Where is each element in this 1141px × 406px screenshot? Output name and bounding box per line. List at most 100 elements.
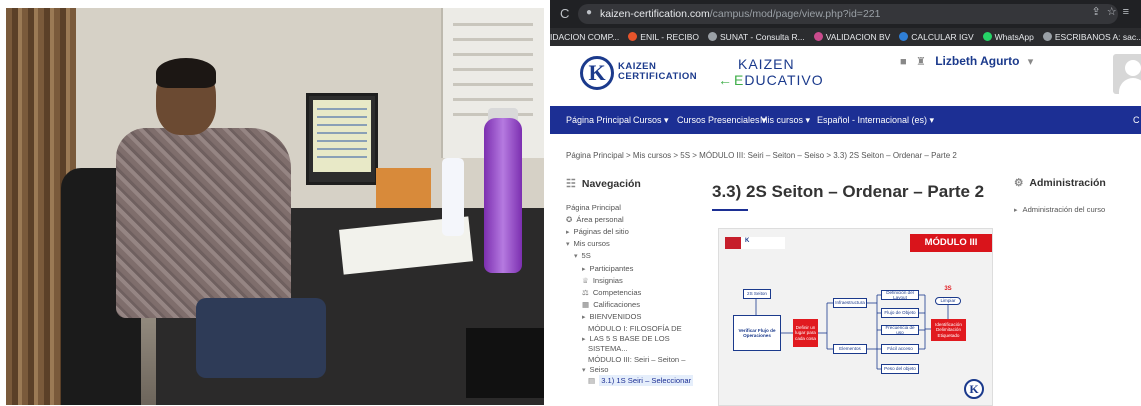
slide-box-limpiar: Limpiar (935, 297, 961, 305)
user-avatar[interactable] (1113, 54, 1141, 94)
composite-image: C ● kaizen-certification.com/campus/mod/… (0, 0, 1141, 406)
nav-tree-item[interactable]: ▤ 3.1) 1S Seiri – Seleccionar (588, 375, 694, 386)
nav-home[interactable]: Página Principal (566, 115, 631, 125)
notification-bell-icon[interactable]: ♜ (916, 56, 926, 68)
nav-tree-label: Participantes (589, 264, 634, 273)
share-icon[interactable]: ⇪ (1091, 6, 1106, 18)
star-icon[interactable]: ☆ (1107, 6, 1123, 18)
breadcrumb[interactable]: Página Principal > Mis cursos > 5S > MÓD… (566, 151, 957, 160)
kaizen-educativo-logo[interactable]: KAIZEN ← EDUCATIVO (718, 54, 838, 92)
collapse-arrow-icon[interactable]: ▾ (574, 253, 578, 260)
nav-tree-item[interactable]: ▸ Participantes (582, 264, 633, 274)
nav-tree-item[interactable]: ▸ LAS 5 S BASE DE LOS (582, 334, 670, 344)
photo-water-bottle (484, 118, 522, 273)
administration-block-title: ⚙ Administración (1014, 177, 1106, 189)
bookmark-item[interactable]: ENIL - RECIBO (628, 28, 699, 46)
nav-tree-label: 5S (581, 251, 591, 260)
page-title: 3.3) 2S Seiton – Ordenar – Parte 2 (712, 182, 985, 201)
nav-tree-item[interactable]: ▾ Seiso (582, 365, 609, 375)
expand-arrow-icon[interactable]: ▸ (566, 229, 570, 236)
extensions-icon[interactable]: ≡ (1123, 6, 1135, 18)
nav-tree-item[interactable]: ▦ Calificaciones (582, 300, 640, 309)
logo2-line2: EDUCATIVO (734, 72, 824, 88)
bookmark-item[interactable]: ESCRIBANOS A: sac... (1042, 28, 1141, 46)
nav-tree-label: Área personal (576, 215, 624, 224)
user-name[interactable]: Lizbeth Agurto (935, 54, 1019, 68)
slide-box-frecuencia: Frecuencia de uso (881, 325, 919, 335)
nav-tree-label: LAS 5 S BASE DE LOS (589, 334, 670, 343)
nav-tree-item[interactable]: ▾ Mis cursos (566, 239, 610, 249)
expand-arrow-icon[interactable]: ▸ (582, 266, 586, 273)
bookmark-item[interactable]: SUNAT - Consulta R... (708, 28, 805, 46)
bookmark-label: SUNAT - Consulta R... (720, 32, 805, 42)
slide-box-peso: Peso del objeto (881, 364, 919, 374)
slide-box-facil-acceso: Fácil acceso (881, 344, 919, 354)
slide-box-identificacion: Identificación Delimitación Etiquetado (931, 319, 966, 341)
expand-arrow-icon: ▸ (1014, 207, 1018, 214)
slide-brand-logo: K (964, 379, 984, 399)
nav-onsite-courses[interactable]: Cursos Presenciales ▾ (677, 115, 767, 126)
nav-tree-label: Seiso (589, 365, 609, 374)
gears-icon: ⚙ (1014, 177, 1024, 189)
photo-monitor-screen (313, 100, 371, 172)
administration-block: ⚙ Administración ▸ Administración del curs… (1014, 175, 1141, 275)
nav-tree-label: BIENVENIDOS (589, 312, 642, 321)
photo-box (376, 168, 431, 208)
main-navbar: Página Principal Cursos ▾ Cursos Presenc… (550, 106, 1141, 134)
slide-box-definir: Definir un lugar para cada cosa (793, 319, 818, 347)
collapse-arrow-icon[interactable]: ▾ (582, 367, 586, 374)
nav-my-courses[interactable]: Mis cursos ▾ (760, 115, 810, 126)
bookmark-item[interactable]: WhatsApp (982, 28, 1034, 46)
nav-tree-item[interactable]: ▾ 5S (574, 251, 591, 261)
nav-tree-label: Página Principal (566, 203, 621, 212)
bookmark-label: ESCRIBANOS A: sac... (1054, 32, 1141, 42)
nav-tree-label: Insignias (592, 276, 623, 285)
nav-item-icon: ♕ (582, 276, 589, 285)
bookmark-favicon-icon (813, 32, 823, 41)
caret-down-icon[interactable]: ▾ (1028, 56, 1034, 68)
bookmark-favicon-icon (899, 32, 909, 41)
expand-arrow-icon[interactable]: ▸ (582, 336, 586, 343)
logo2-line2-text: DUCATIVO (744, 72, 824, 88)
bookmark-label: WhatsApp (994, 32, 1034, 42)
bookmark-item[interactable]: CALCULAR IGV (899, 28, 974, 46)
nav-tree-item[interactable]: MÓDULO I: FILOSOFÍA DE (588, 324, 682, 333)
expand-arrow-icon[interactable]: ▸ (582, 314, 586, 321)
nav-item-icon: ⚖ (582, 288, 589, 297)
nav-tree-item[interactable]: ♕ Insignias (582, 276, 623, 285)
main-content: 3.3) 2S Seiton – Ordenar – Parte 2 K MÓD… (712, 170, 1002, 406)
slide-box-verificar: Verificar Flujo de Operaciones (733, 315, 781, 351)
url-field[interactable]: ● kaizen-certification.com/campus/mod/pa… (578, 4, 1118, 24)
course-administration-link[interactable]: ▸ Administración del curso (1014, 205, 1105, 214)
bookmark-favicon-icon (982, 32, 992, 41)
browser-tools: ⇪☆≡ (1091, 5, 1135, 18)
slide-box-seiton: 2S Seiton (743, 289, 771, 299)
administration-title-text: Administración (1029, 177, 1106, 189)
bookmark-item[interactable]: VALIDACION BV (813, 28, 890, 46)
nav-tree-label: SISTEMA... (588, 344, 628, 353)
bookmark-favicon-icon (708, 32, 718, 41)
navigation-block-title: ☷ Navegación (566, 177, 641, 190)
site-header: K KAIZEN CERTIFICATION KAIZEN ← EDUCATIV… (550, 46, 1141, 102)
reload-icon[interactable]: C (560, 6, 569, 21)
nav-tree-item[interactable]: MÓDULO III: Seiri – Seiton – (588, 355, 686, 364)
collapse-arrow-icon[interactable]: ▾ (566, 241, 570, 248)
user-menu[interactable]: ■ ♜ Lizbeth Agurto ▾ (900, 54, 1039, 74)
message-icon[interactable]: ■ (900, 56, 907, 68)
nav-tree-item[interactable]: ▸ BIENVENIDOS (582, 312, 641, 322)
nav-tree-item[interactable]: ▸ Páginas del sitio (566, 227, 629, 237)
nav-tree-item[interactable]: SISTEMA... (588, 344, 628, 353)
nav-item-icon: ▦ (582, 300, 590, 309)
kaizen-certification-logo[interactable]: K KAIZEN CERTIFICATION (580, 54, 697, 92)
nav-courses[interactable]: Cursos ▾ (633, 115, 669, 126)
nav-tree-item[interactable]: ✪ Área personal (566, 215, 624, 224)
nav-tree-label: 3.1) 1S Seiri – Seleccionar (599, 375, 694, 386)
address-bar: C ● kaizen-certification.com/campus/mod/… (550, 0, 1141, 28)
slide-label-3s: 3S (944, 285, 952, 292)
bookmark-item[interactable]: IDACION COMP... (550, 28, 619, 46)
bookmark-favicon-icon (628, 32, 638, 41)
nav-language[interactable]: Español - Internacional (es) ▾ (817, 115, 934, 126)
nav-more[interactable]: C (1133, 115, 1140, 125)
nav-tree-item[interactable]: Página Principal (566, 203, 621, 212)
nav-tree-item[interactable]: ⚖ Competencias (582, 288, 641, 297)
